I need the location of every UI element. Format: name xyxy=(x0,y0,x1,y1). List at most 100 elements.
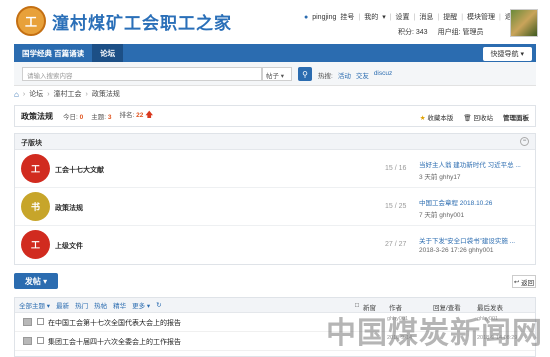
breadcrumb: ⌂ › 论坛 › 潼村工会 › 政策法规 xyxy=(14,89,120,99)
subforum-counts: 15 / 16 xyxy=(385,165,407,172)
tab-more[interactable]: 更多 ▾ xyxy=(132,300,150,310)
subforum-last-post-meta: 7 天前 ghhy001 xyxy=(419,212,465,219)
site-header: 工 潼村煤矿工会职工之家 ● pingjing 挂号 | 我的 ▾ | 设置 |… xyxy=(0,0,550,42)
logo-emblem-icon: 工 xyxy=(16,6,46,36)
refresh-icon[interactable]: ↻ xyxy=(156,301,161,309)
tab-latest[interactable]: 最新 xyxy=(56,300,69,310)
avatar[interactable] xyxy=(510,9,538,37)
divider: | xyxy=(413,13,416,21)
breadcrumb-sep: › xyxy=(85,90,88,98)
user-bar: ● pingjing 挂号 | 我的 ▾ | 设置 | 消息 | 提醒 | 模块… xyxy=(304,12,519,22)
star-icon: ★ xyxy=(419,115,426,122)
site-logo[interactable]: 工 潼村煤矿工会职工之家 xyxy=(16,6,232,36)
recycle-label: 回收站 xyxy=(473,115,494,122)
subforum-last-post-link[interactable]: 中国工会章程 2018.10.26 xyxy=(419,197,492,207)
usergroup-link[interactable]: 用户组: 管理员 xyxy=(438,27,484,37)
admin-link[interactable]: 模块管理 xyxy=(467,12,495,22)
hot-link[interactable]: 交友 xyxy=(356,70,369,80)
manage-panel-button[interactable]: 管理面板 xyxy=(503,112,529,122)
stat-value: 3 xyxy=(107,114,112,121)
search-input[interactable]: 请输入搜索内容 xyxy=(22,67,262,81)
subforum-row: 工 上级文件 27 / 27 关于下发“安全口袋书”建设实施 ... 2018-… xyxy=(15,226,535,264)
hot-link[interactable]: discuz xyxy=(374,70,392,80)
subforum-counts: 15 / 25 xyxy=(385,203,407,210)
quick-nav-button[interactable]: 快捷导航 ▾ xyxy=(482,47,532,61)
rank-up-icon: 🡅 xyxy=(145,110,154,119)
hot-link[interactable]: 活动 xyxy=(338,70,351,80)
user-stats: 积分: 343 用户组: 管理员 xyxy=(398,27,483,37)
nav-item-forum[interactable]: 论坛 xyxy=(92,44,124,62)
subforum-last-post-meta: 2018-3-26 17:26 ghhy001 xyxy=(419,247,494,254)
watermark-text: 中国煤炭新闻网 xyxy=(326,316,543,351)
subforum-last-post-link[interactable]: 当好主人翁 建功新时代 习近平总 ... xyxy=(419,159,521,169)
tab-hot[interactable]: 热门 xyxy=(75,300,88,310)
forum-header: 政策法规 今日: 0 主题: 3 排名: 22 🡅 ★ 收藏本版 🗑 回收站 管… xyxy=(14,105,536,127)
search-bar: 请输入搜索内容 帖子 ▾ ⚲ 热搜: 活动 交友 discuz xyxy=(14,62,536,86)
back-label: 返回 xyxy=(521,279,535,287)
stat-label: 排名: xyxy=(119,112,135,119)
checkin-link[interactable]: 挂号 xyxy=(340,12,354,22)
book-icon[interactable]: 书 xyxy=(21,192,50,221)
favorite-label: 收藏本版 xyxy=(427,115,454,122)
subforum-counts: 27 / 27 xyxy=(385,241,407,248)
subforum-name[interactable]: 政策法规 xyxy=(55,203,83,213)
subforum-row: 书 政策法规 15 / 25 中国工会章程 2018.10.26 7 天前 gh… xyxy=(15,188,535,226)
search-scope-select[interactable]: 帖子 ▾ xyxy=(262,67,292,81)
stat-label: 今日: xyxy=(63,114,78,121)
thread-checkbox[interactable] xyxy=(37,337,44,344)
subforum-panel: 子版块 − 工 工会十七大文献 15 / 16 当好主人翁 建功新时代 习近平总… xyxy=(14,133,536,265)
back-button[interactable]: ↩ 返回 xyxy=(512,275,536,288)
breadcrumb-item[interactable]: 潼村工会 xyxy=(54,89,82,99)
union-emblem-icon[interactable]: 工 xyxy=(21,230,50,259)
divider: | xyxy=(461,13,464,21)
subforum-name[interactable]: 工会十七大文献 xyxy=(55,165,104,175)
divider: | xyxy=(389,13,392,21)
thread-icon xyxy=(23,318,32,326)
reminders-link[interactable]: 提醒 xyxy=(443,12,457,22)
username-link[interactable]: pingjing xyxy=(312,14,336,21)
settings-link[interactable]: 设置 xyxy=(396,12,410,22)
subforum-panel-title: 子版块 − xyxy=(15,134,535,150)
divider: | xyxy=(358,13,361,21)
subforum-name[interactable]: 上级文件 xyxy=(55,241,83,251)
subforum-title-text: 子版块 xyxy=(21,140,42,147)
stat-today: 今日: 0 xyxy=(63,111,83,121)
tab-hot-posts[interactable]: 热帖 xyxy=(94,300,107,310)
breadcrumb-sep: › xyxy=(47,90,50,98)
forum-title: 政策法规 xyxy=(21,111,53,121)
search-button[interactable]: ⚲ xyxy=(298,67,312,81)
my-menu[interactable]: 我的 xyxy=(364,12,378,22)
search-icon: ⚲ xyxy=(302,69,308,79)
subforum-last-post-link[interactable]: 关于下发“安全口袋书”建设实施 ... xyxy=(419,235,515,245)
home-icon[interactable]: ⌂ xyxy=(14,90,19,99)
thread-icon xyxy=(23,337,32,345)
thread-checkbox[interactable] xyxy=(37,318,44,325)
tab-all-threads[interactable]: 全部主题 ▾ xyxy=(19,300,50,310)
subforum-last-post-meta: 3 天前 ghhy17 xyxy=(419,174,461,181)
thread-title-link[interactable]: 集团工会十届四十六次全委会上的工作报告 xyxy=(48,337,181,347)
points-link[interactable]: 积分: 343 xyxy=(398,27,428,37)
divider: | xyxy=(437,13,440,21)
stat-label: 主题: xyxy=(91,114,107,121)
hot-searches: 热搜: 活动 交友 discuz xyxy=(318,70,392,80)
new-post-button[interactable]: 发帖 ▾ xyxy=(14,273,58,289)
forum-actions: ★ 收藏本版 🗑 回收站 管理面板 xyxy=(420,112,529,122)
subforum-row: 工 工会十七大文献 15 / 16 当好主人翁 建功新时代 习近平总 ... 3… xyxy=(15,150,535,188)
thread-title-link[interactable]: 在中国工会第十七次全国代表大会上的报告 xyxy=(48,318,181,328)
messages-link[interactable]: 消息 xyxy=(419,12,433,22)
back-arrow-icon: ↩ xyxy=(513,278,520,286)
breadcrumb-item[interactable]: 论坛 xyxy=(29,89,43,99)
main-navbar: 国学经典 百篇诵读 论坛 快捷导航 ▾ xyxy=(14,44,536,62)
stat-value: 22 xyxy=(136,112,144,119)
nav-item-classics[interactable]: 国学经典 百篇诵读 xyxy=(14,44,92,62)
divider: | xyxy=(499,13,501,21)
tab-digest[interactable]: 精华 xyxy=(113,300,126,310)
collapse-icon[interactable]: − xyxy=(520,137,529,146)
union-emblem-icon[interactable]: 工 xyxy=(21,154,50,183)
breadcrumb-sep: › xyxy=(22,90,26,98)
stat-value: 0 xyxy=(79,114,84,121)
favorite-button[interactable]: ★ 收藏本版 xyxy=(420,112,454,122)
breadcrumb-item[interactable]: 政策法规 xyxy=(92,89,120,99)
recycle-button[interactable]: 🗑 回收站 xyxy=(463,112,493,122)
stat-rank: 排名: 22 🡅 xyxy=(120,109,154,123)
